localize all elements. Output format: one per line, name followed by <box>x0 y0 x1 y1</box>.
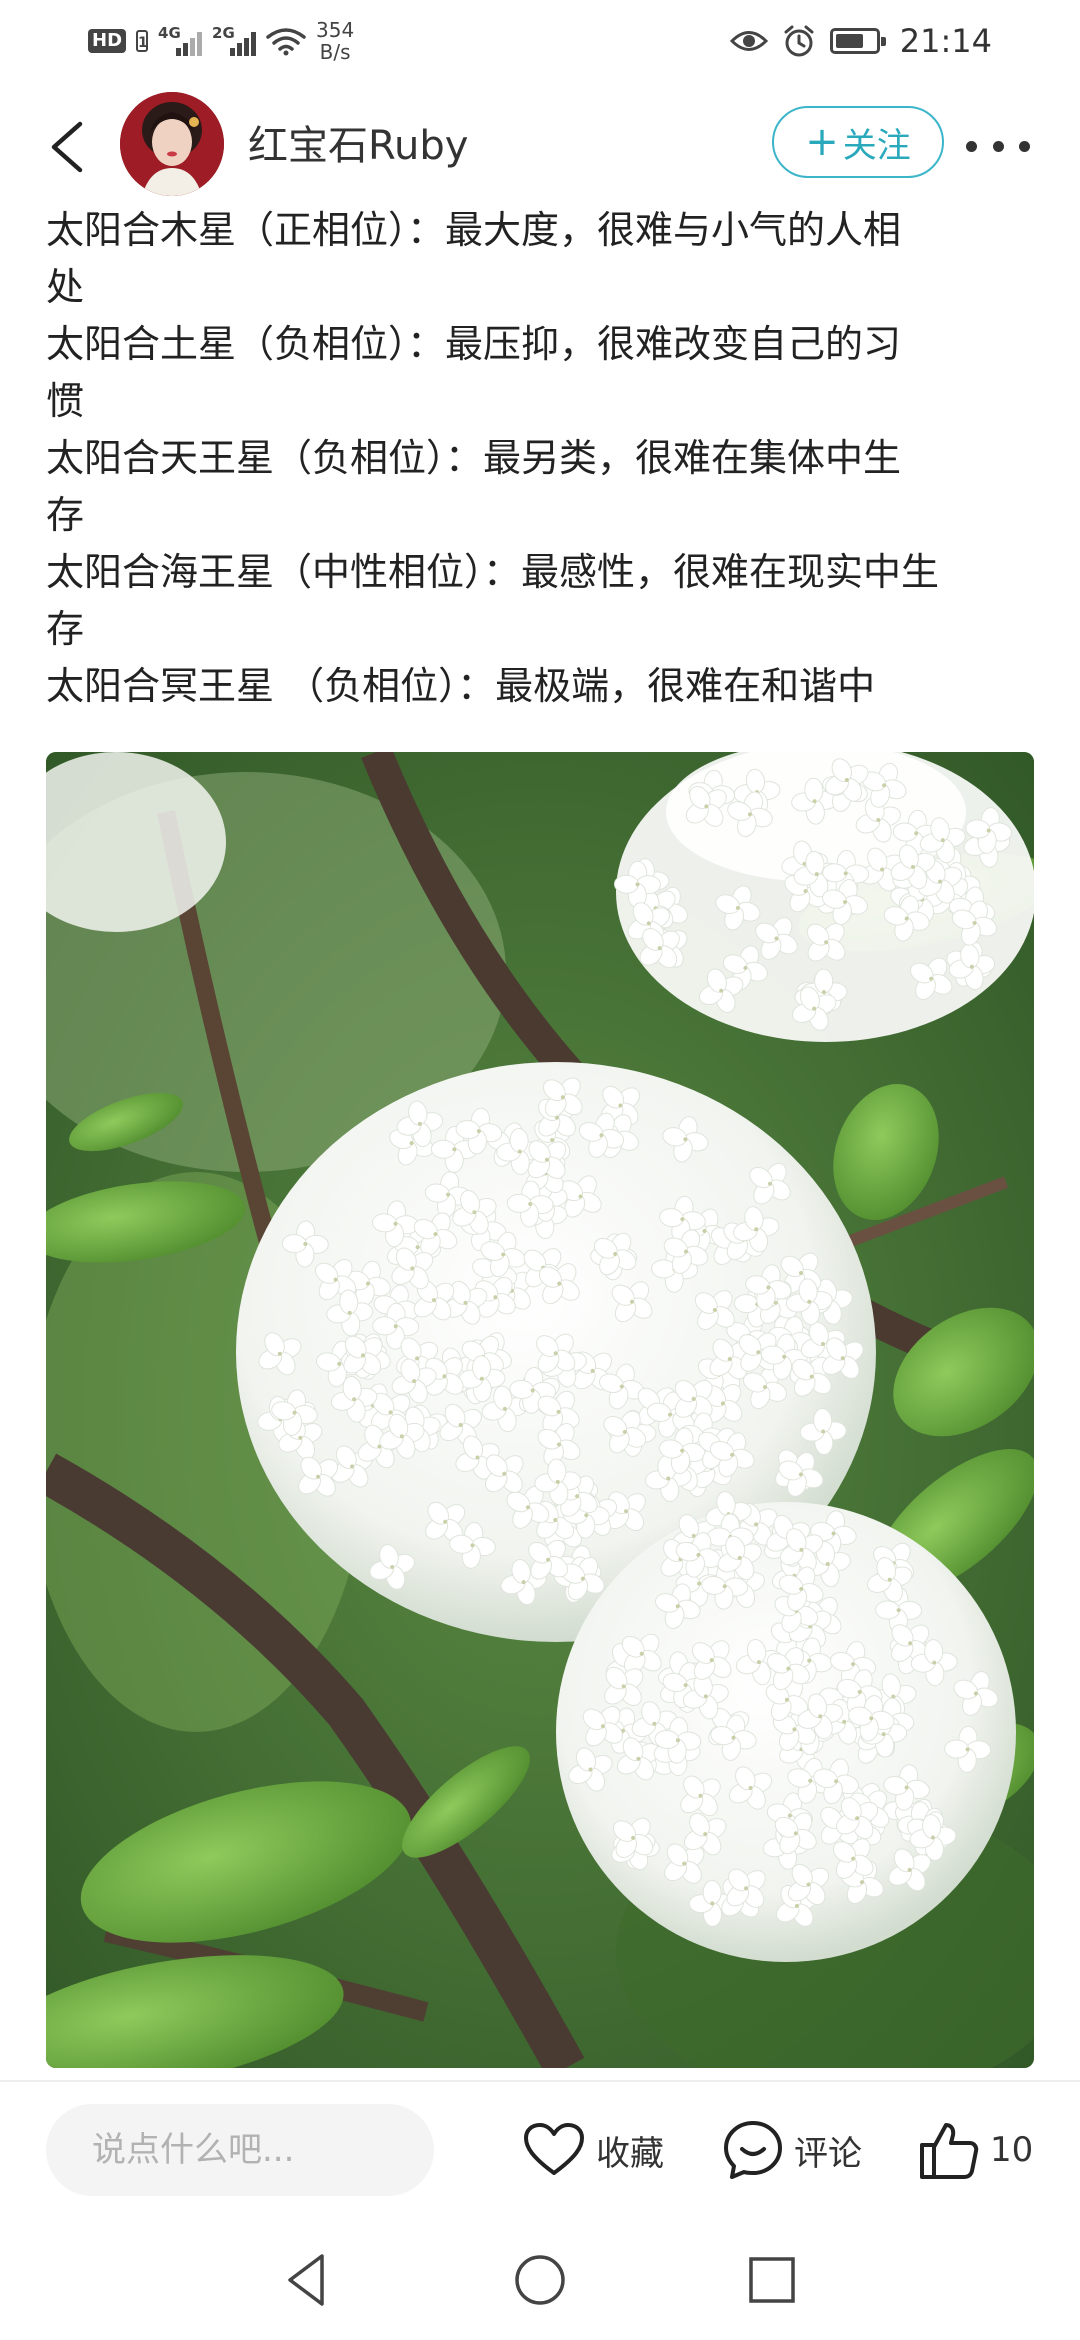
system-nav-bar <box>0 2222 1080 2340</box>
follow-label: 关注 <box>842 125 911 166</box>
nav-recent-icon[interactable] <box>740 2248 804 2312</box>
thumbs-up-icon <box>920 2123 979 2179</box>
post-line: 太阳合冥王星 （负相位）：最极端，很难在和谐中 <box>46 664 876 708</box>
net-speed-value: 354 <box>316 18 355 42</box>
post-line: 太阳合天王星（负相位）：最另类，很难在集体中生 <box>46 436 902 480</box>
action-bar: 收藏 评论 10 <box>0 2082 1080 2222</box>
status-left-group: HD 1 4G 2G 354 B/s <box>88 14 354 68</box>
post-line: 太阳合土星（负相位）：最压抑，很难改变自己的习 <box>46 322 902 366</box>
sim-badge: 1 <box>136 30 149 52</box>
eye-icon <box>729 31 768 51</box>
post-line: 处 <box>46 265 85 309</box>
post-body: 太阳合木星（正相位）：最大度，很难与小气的人相 处 太阳合土星（负相位）：最压抑… <box>46 202 1036 715</box>
battery-icon <box>829 28 886 54</box>
comment-input[interactable] <box>46 2104 434 2196</box>
status-time: 21:14 <box>899 22 992 60</box>
plus-icon: + <box>805 119 839 165</box>
battery-fill <box>835 34 863 48</box>
post-header: 红宝石Ruby + 关注 <box>0 82 1080 210</box>
avatar-image <box>120 92 224 196</box>
more-icon[interactable] <box>966 126 1030 166</box>
nav-back-icon[interactable] <box>276 2248 340 2312</box>
comment-button[interactable]: 评论 <box>722 2112 862 2188</box>
hydrangea-image <box>46 752 1034 2068</box>
status-bar: HD 1 4G 2G 354 B/s 21:14 <box>0 0 1080 82</box>
comment-bubble-icon <box>724 2121 782 2179</box>
favorite-button[interactable]: 收藏 <box>522 2112 664 2188</box>
post-line: 存 <box>46 493 85 537</box>
status-right-group: 21:14 <box>729 14 992 68</box>
post-line: 太阳合海王星（中性相位）：最感性，很难在现实中生 <box>46 550 940 594</box>
net-speed-unit: B/s <box>319 40 351 64</box>
post-line: 惯 <box>46 379 85 423</box>
hd-badge: HD <box>88 29 127 53</box>
avatar[interactable] <box>120 92 224 196</box>
like-count: 10 <box>990 2130 1034 2170</box>
comment-label: 评论 <box>794 2133 862 2174</box>
post-line: 太阳合木星（正相位）：最大度，很难与小气的人相 <box>46 208 902 252</box>
signal-icon: 4G <box>158 24 203 56</box>
like-button[interactable]: 10 <box>918 2112 1033 2188</box>
favorite-label: 收藏 <box>596 2133 664 2174</box>
heart-icon <box>524 2123 584 2175</box>
wifi-icon <box>266 28 306 56</box>
post-photo[interactable] <box>46 752 1034 2068</box>
signal-network-label-2: 2G <box>212 24 235 42</box>
net-speed: 354 B/s <box>316 19 354 63</box>
back-arrow-icon[interactable] <box>40 112 100 182</box>
signal-network-label: 4G <box>158 24 181 42</box>
signal-icon-2: 2G <box>212 24 257 56</box>
follow-button[interactable]: + 关注 <box>772 106 944 178</box>
username[interactable]: 红宝石Ruby <box>248 118 468 174</box>
alarm-icon <box>784 25 814 57</box>
post-line: 存 <box>46 607 85 651</box>
nav-home-icon[interactable] <box>508 2248 572 2312</box>
